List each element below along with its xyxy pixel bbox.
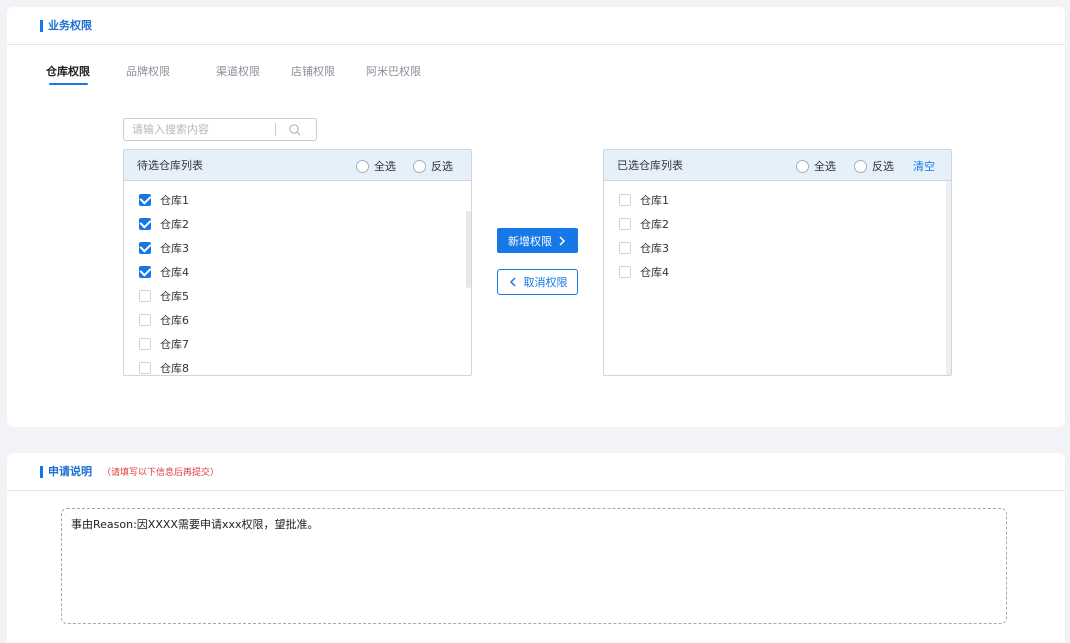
search-box	[123, 118, 317, 141]
selected-scrollbar[interactable]	[946, 181, 951, 375]
invert-select-label: 反选	[431, 160, 453, 173]
candidate-scrollbar[interactable]	[466, 211, 471, 288]
radio-circle	[413, 159, 426, 173]
checkbox[interactable]	[139, 338, 151, 350]
add-permission-button[interactable]: 新增权限	[497, 228, 578, 253]
candidate-list: 仓库1 仓库2 仓库3 仓库4 仓库5 仓库6 仓库7 仓库8	[124, 181, 471, 375]
selected-warehouse-panel: 已选仓库列表 全选 反选 清空 仓库1 仓库2 仓库3 仓库4	[603, 149, 952, 376]
tab-channel[interactable]: 渠道权限	[216, 63, 260, 85]
list-item[interactable]: 仓库1	[604, 188, 951, 212]
add-permission-label: 新增权限	[508, 234, 552, 248]
application-card: 申请说明 （请填写以下信息后再提交） 事由Reason:因XXXX需要申请xxx…	[7, 453, 1065, 643]
list-item[interactable]: 仓库5	[124, 284, 471, 308]
selected-radio-group: 全选 反选 清空	[784, 158, 935, 174]
list-item[interactable]: 仓库4	[604, 260, 951, 284]
business-card-title: 业务权限	[40, 19, 92, 32]
tab-brand[interactable]: 品牌权限	[126, 63, 170, 85]
select-all-label: 全选	[374, 160, 396, 173]
candidate-warehouse-panel: 待选仓库列表 全选 反选 仓库1 仓库2 仓库3 仓库4 仓库5 仓库6 仓库7…	[123, 149, 472, 376]
item-label: 仓库8	[160, 362, 189, 375]
checkbox[interactable]	[139, 242, 151, 254]
radio-circle	[854, 159, 867, 173]
remove-permission-button[interactable]: 取消权限	[497, 269, 578, 295]
reason-textarea[interactable]: 事由Reason:因XXXX需要申请xxx权限，望批准。	[61, 508, 1007, 624]
list-item[interactable]: 仓库2	[124, 212, 471, 236]
item-label: 仓库4	[640, 266, 669, 279]
list-item[interactable]: 仓库6	[124, 308, 471, 332]
item-label: 仓库5	[160, 290, 189, 303]
search-divider	[275, 123, 276, 136]
tab-warehouse[interactable]: 仓库权限	[46, 63, 90, 85]
chevron-left-icon	[508, 277, 518, 287]
checkbox[interactable]	[619, 218, 631, 230]
item-label: 仓库3	[160, 242, 189, 255]
tab-store[interactable]: 店铺权限	[291, 63, 335, 85]
item-label: 仓库1	[160, 194, 189, 207]
item-label: 仓库1	[640, 194, 669, 207]
list-item[interactable]: 仓库8	[124, 356, 471, 375]
item-label: 仓库6	[160, 314, 189, 327]
tab-amoeba[interactable]: 阿米巴权限	[366, 63, 421, 85]
selected-panel-header: 已选仓库列表 全选 反选 清空	[604, 150, 951, 181]
invert-select-radio[interactable]: 反选	[413, 158, 453, 174]
application-card-title: 申请说明	[40, 465, 92, 478]
application-card-header: 申请说明 （请填写以下信息后再提交）	[7, 453, 1065, 491]
business-permission-card: 业务权限 仓库权限 品牌权限 渠道权限 店铺权限 阿米巴权限 待选仓库列表 全选…	[7, 7, 1065, 427]
invert-select-radio[interactable]: 反选	[854, 158, 894, 174]
select-all-radio[interactable]: 全选	[796, 158, 836, 174]
checkbox[interactable]	[139, 362, 151, 374]
selected-panel-title: 已选仓库列表	[617, 159, 683, 172]
clear-link[interactable]: 清空	[913, 158, 935, 174]
item-label: 仓库7	[160, 338, 189, 351]
list-item[interactable]: 仓库3	[604, 236, 951, 260]
item-label: 仓库3	[640, 242, 669, 255]
checkbox[interactable]	[139, 194, 151, 206]
checkbox[interactable]	[139, 314, 151, 326]
checkbox[interactable]	[139, 290, 151, 302]
selected-list: 仓库1 仓库2 仓库3 仓库4	[604, 181, 951, 375]
candidate-panel-title: 待选仓库列表	[137, 159, 203, 172]
checkbox[interactable]	[139, 266, 151, 278]
select-all-label: 全选	[814, 160, 836, 173]
radio-circle	[356, 159, 369, 173]
item-label: 仓库2	[640, 218, 669, 231]
search-input[interactable]	[124, 123, 272, 136]
radio-circle	[796, 159, 809, 173]
list-item[interactable]: 仓库2	[604, 212, 951, 236]
remove-permission-label: 取消权限	[523, 276, 568, 289]
checkbox[interactable]	[139, 218, 151, 230]
candidate-panel-header: 待选仓库列表 全选 反选	[124, 150, 471, 181]
application-hint: （请填写以下信息后再提交）	[102, 468, 220, 478]
list-item[interactable]: 仓库4	[124, 260, 471, 284]
search-icon[interactable]	[288, 123, 302, 137]
business-card-header: 业务权限	[7, 7, 1065, 45]
checkbox[interactable]	[619, 266, 631, 278]
list-item[interactable]: 仓库3	[124, 236, 471, 260]
list-item[interactable]: 仓库1	[124, 188, 471, 212]
invert-select-label: 反选	[872, 160, 894, 173]
item-label: 仓库2	[160, 218, 189, 231]
candidate-radio-group: 全选 反选	[344, 158, 453, 174]
list-item[interactable]: 仓库7	[124, 332, 471, 356]
select-all-radio[interactable]: 全选	[356, 158, 396, 174]
checkbox[interactable]	[619, 242, 631, 254]
checkbox[interactable]	[619, 194, 631, 206]
chevron-right-icon	[557, 235, 567, 246]
item-label: 仓库4	[160, 266, 189, 279]
